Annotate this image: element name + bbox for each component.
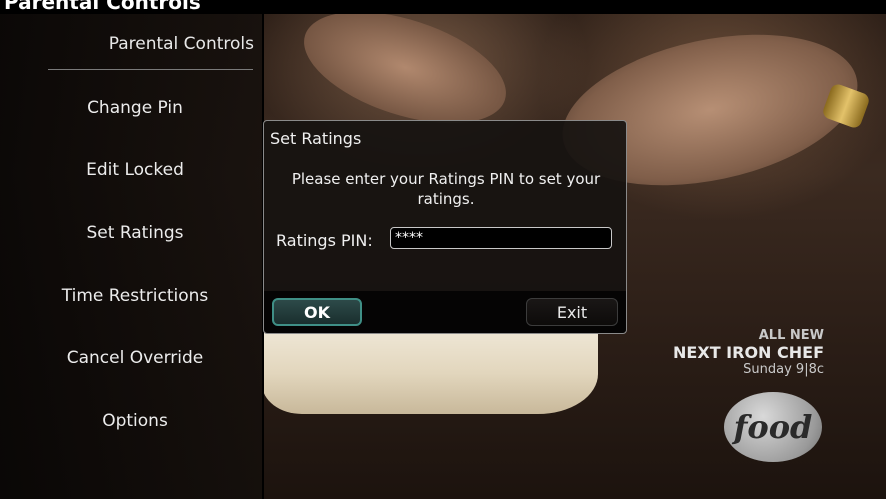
pin-label: Ratings PIN: <box>276 231 373 250</box>
dialog-message: Please enter your Ratings PIN to set you… <box>291 170 601 208</box>
menu-item-set-ratings[interactable]: Set Ratings <box>0 215 270 251</box>
sidebar-divider <box>48 69 253 70</box>
promo-line-2: NEXT IRON CHEF <box>673 343 824 362</box>
promo-line-1: ALL NEW <box>758 328 824 343</box>
ok-button[interactable]: OK <box>272 298 362 326</box>
menu-item-time-restrictions[interactable]: Time Restrictions <box>0 278 270 314</box>
show-promo: ALL NEW NEXT IRON CHEF Sunday 9|8c <box>673 328 824 378</box>
exit-button[interactable]: Exit <box>526 298 618 326</box>
set-ratings-dialog: Set Ratings Please enter your Ratings PI… <box>263 120 627 334</box>
parental-controls-sidebar: Parental Controls Change Pin Edit Locked… <box>0 14 264 499</box>
window-title-strip: Parental Controls <box>0 0 886 14</box>
ok-button-label: OK <box>304 302 330 322</box>
food-logo-text: food <box>733 408 813 446</box>
menu-item-options[interactable]: Options <box>0 403 270 439</box>
sidebar-title: Parental Controls <box>108 34 254 54</box>
food-network-logo-icon: food <box>724 392 822 462</box>
menu-item-edit-locked[interactable]: Edit Locked <box>0 152 270 188</box>
menu-item-change-pin[interactable]: Change Pin <box>0 90 270 126</box>
dialog-title: Set Ratings <box>270 129 362 148</box>
menu-item-cancel-override[interactable]: Cancel Override <box>0 340 270 376</box>
exit-button-label: Exit <box>556 302 588 322</box>
window-title: Parental Controls <box>4 0 201 14</box>
promo-line-3: Sunday 9|8c <box>743 362 824 377</box>
ratings-pin-field[interactable]: **** <box>390 227 612 249</box>
dialog-footer: OK Exit <box>264 291 626 333</box>
